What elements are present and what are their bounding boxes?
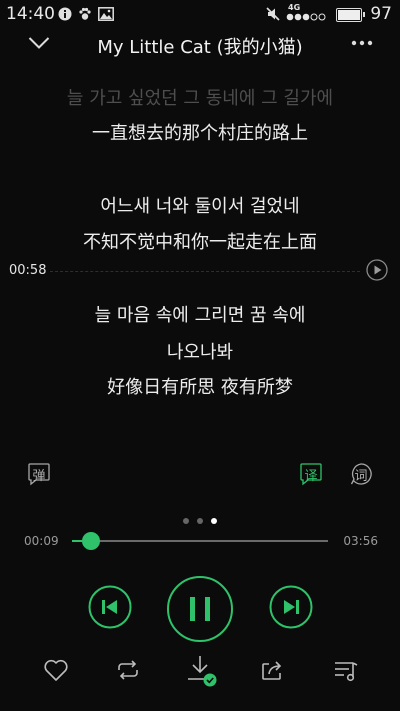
lyric-marker-time: 00:58	[9, 263, 47, 278]
lyric-line: 늘 마음 속에 그리면 꿈 속에	[94, 305, 306, 326]
paw-icon	[79, 7, 91, 20]
previous-icon	[88, 585, 132, 629]
lyric-line: 一直想去的那个村庄的路上	[92, 123, 308, 144]
progress-track[interactable]	[72, 540, 328, 542]
battery-level: 97	[370, 4, 392, 24]
total-time: 03:56	[343, 534, 378, 548]
page-indicator	[0, 509, 400, 528]
lyric-line: 不知不觉中和你一起走在上面	[83, 232, 317, 253]
translate-button[interactable]: 译	[299, 462, 323, 486]
previous-button[interactable]	[88, 585, 132, 629]
status-bar: 14:40 4G 97	[0, 0, 400, 30]
status-time: 14:40	[6, 4, 55, 24]
lyric-line: 나오나봐	[166, 342, 234, 363]
next-button[interactable]	[269, 585, 313, 629]
repeat-icon[interactable]	[114, 656, 142, 684]
heart-icon[interactable]	[42, 656, 70, 684]
share-icon[interactable]	[258, 656, 286, 684]
danmaku-label: 弹	[32, 469, 46, 484]
lyrics-label: 词	[354, 469, 368, 484]
progress-played	[72, 540, 83, 542]
download-icon	[188, 656, 217, 687]
lyric-line: 늘 가고 싶었던 그 동네에 그 길가에	[66, 88, 334, 109]
lyric-marker-line	[50, 271, 360, 272]
play-line-icon[interactable]	[366, 259, 388, 281]
playlist-icon[interactable]	[332, 656, 360, 684]
page-dot-active[interactable]	[211, 518, 217, 524]
page-dot[interactable]	[197, 518, 203, 524]
pause-icon	[167, 576, 233, 642]
battery-icon	[336, 8, 365, 22]
download-button[interactable]	[186, 654, 218, 688]
translate-label: 译	[304, 469, 318, 484]
pause-button[interactable]	[166, 575, 234, 643]
song-title: My Little Cat (我的小猫)	[97, 37, 303, 58]
more-icon[interactable]	[350, 39, 374, 47]
danmaku-button[interactable]: 弹	[27, 462, 51, 486]
lyric-line: 어느새 너와 둘이서 걸었네	[100, 196, 300, 217]
lyrics-button[interactable]: 词	[349, 462, 373, 486]
current-time: 00:09	[24, 534, 59, 548]
info-icon	[58, 7, 72, 21]
signal-icon	[286, 13, 326, 21]
next-icon	[269, 585, 313, 629]
progress-thumb[interactable]	[82, 532, 101, 550]
lyric-line: 好像日有所思 夜有所梦	[107, 377, 293, 398]
page-dot[interactable]	[183, 518, 189, 524]
network-type: 4G	[288, 3, 301, 12]
mute-icon	[266, 7, 280, 21]
image-icon	[98, 7, 114, 21]
